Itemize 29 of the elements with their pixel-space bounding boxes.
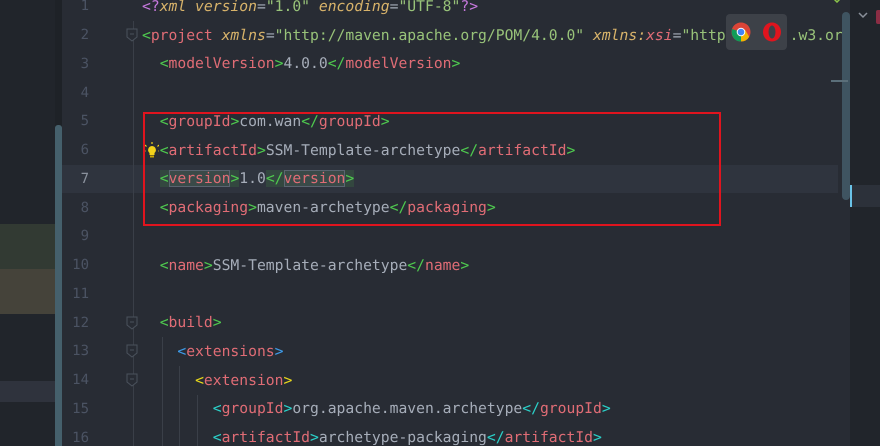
line-number: 7 bbox=[80, 170, 89, 187]
code-line: <project xmlns="http://maven.apache.org/POM/4.0.0" xmlns:xsi="http bbox=[142, 26, 726, 44]
fold-icon[interactable] bbox=[126, 316, 138, 330]
panel-highlight bbox=[0, 269, 55, 314]
fold-icon[interactable] bbox=[126, 344, 138, 358]
scrollbar[interactable] bbox=[55, 125, 62, 446]
code-line: <modelVersion>4.0.0</modelVersion> bbox=[160, 55, 460, 72]
tab-marker bbox=[876, 10, 880, 24]
code-line: <name>SSM-Template-archetype</name> bbox=[160, 256, 470, 274]
code-line: <build> bbox=[160, 314, 222, 332]
code-line: <artifactId>SSM-Template-archetype</artifactId> bbox=[160, 142, 576, 159]
code-line: <extensions> bbox=[177, 342, 284, 360]
fold-icon[interactable] bbox=[126, 373, 138, 388]
ring-logo-icon[interactable] bbox=[731, 22, 751, 42]
scrollbar[interactable] bbox=[842, 12, 850, 200]
lightbulb-icon[interactable] bbox=[145, 142, 159, 159]
code-line: <?xml version="1.0" encoding="UTF-8"?> bbox=[142, 0, 478, 15]
fold-icon[interactable] bbox=[126, 28, 138, 42]
code-line: <version>1.0</version> bbox=[160, 170, 354, 188]
panel-highlight bbox=[0, 224, 55, 269]
chevron-icon[interactable] bbox=[858, 12, 868, 19]
scroll-marker bbox=[831, 80, 848, 82]
code-line: <packaging>maven-archetype</packaging> bbox=[160, 199, 496, 216]
code-fragment: .w3.or bbox=[790, 26, 843, 44]
panel-highlight bbox=[0, 381, 55, 402]
code-line: <extension> bbox=[195, 372, 292, 389]
code-line: <artifactId>archetype-packaging</artifactId> bbox=[212, 429, 602, 446]
code-line: <groupId>org.apache.maven.archetype</groupId> bbox=[212, 400, 611, 418]
code-line: <groupId>com.wan</groupId> bbox=[160, 112, 390, 130]
